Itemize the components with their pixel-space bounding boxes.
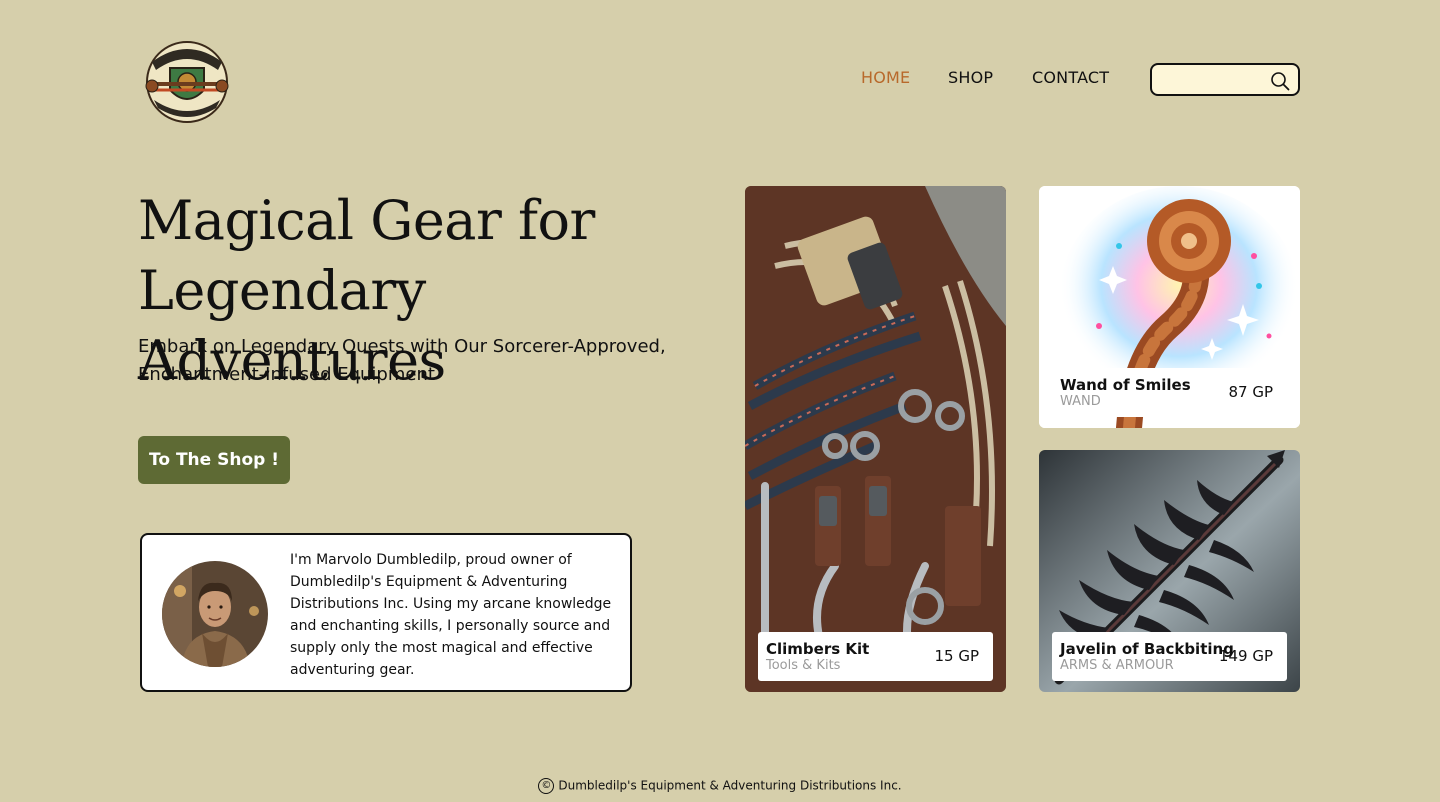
product-card-climbers-kit[interactable]: Climbers Kit Tools & Kits 15 GP <box>745 186 1006 692</box>
footer-text: Dumbledilp's Equipment & Adventuring Dis… <box>558 778 902 793</box>
owner-portrait-icon <box>162 561 268 667</box>
to-the-shop-button[interactable]: To The Shop ! <box>138 436 290 484</box>
owner-card: I'm Marvolo Dumbledilp, proud owner of D… <box>140 533 632 692</box>
product-category: ARMS & ARMOUR <box>1060 658 1174 673</box>
product-name: Javelin of Backbiting <box>1060 640 1234 658</box>
product-category: WAND <box>1060 394 1101 409</box>
product-category: Tools & Kits <box>766 658 841 673</box>
owner-avatar <box>162 561 268 667</box>
product-price: 15 GP <box>934 647 979 665</box>
hero-subtitle: Embark on Legendary Quests with Our Sorc… <box>138 336 666 385</box>
owner-bio: I'm Marvolo Dumbledilp, proud owner of D… <box>290 552 612 678</box>
product-label: Climbers Kit Tools & Kits 15 GP <box>758 632 993 681</box>
product-card-javelin-of-backbiting[interactable]: Javelin of Backbiting ARMS & ARMOUR 149 … <box>1039 450 1300 692</box>
product-card-wand-of-smiles[interactable]: Wand of Smiles WAND 87 GP <box>1039 186 1300 428</box>
copyright-icon: © <box>538 778 555 794</box>
product-label: Javelin of Backbiting ARMS & ARMOUR 149 … <box>1052 632 1287 681</box>
search-input[interactable] <box>1160 70 1268 90</box>
climbers-kit-image <box>745 186 1006 692</box>
search-box[interactable] <box>1150 63 1300 96</box>
nav-home[interactable]: HOME <box>861 68 910 87</box>
product-price: 149 GP <box>1218 647 1273 665</box>
footer: © Dumbledilp's Equipment & Adventuring Di… <box>0 778 1440 794</box>
product-name: Climbers Kit <box>766 640 870 658</box>
product-name: Wand of Smiles <box>1060 376 1191 394</box>
search-icon[interactable] <box>1270 71 1290 91</box>
nav-contact[interactable]: CONTACT <box>1032 68 1109 87</box>
nav-shop[interactable]: SHOP <box>948 68 993 87</box>
hero-title-line-1: Magical Gear for <box>138 189 595 252</box>
product-price: 87 GP <box>1228 383 1273 401</box>
product-label: Wand of Smiles WAND 87 GP <box>1052 368 1287 417</box>
